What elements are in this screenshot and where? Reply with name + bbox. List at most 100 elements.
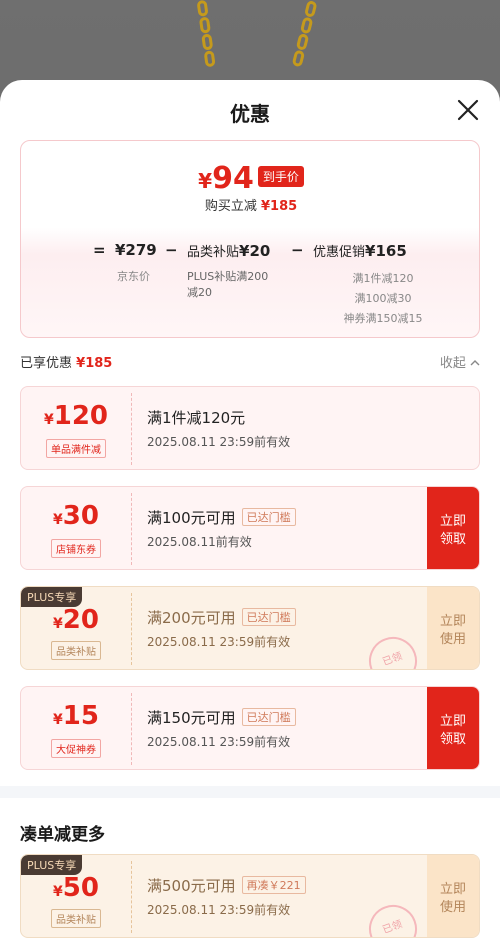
- coupon-amount-value: 120: [53, 401, 109, 431]
- coupon-type-tag: 单品满件减: [46, 439, 106, 458]
- close-icon: [457, 99, 479, 121]
- coupon-card-plus: PLUS专享 ¥50 品类补贴 满500元可用 再凑￥221 2025.08.11…: [20, 854, 480, 938]
- use-button-label: 立即使用: [439, 614, 466, 647]
- coupon-validity: 2025.08.11前有效: [147, 535, 252, 549]
- claim-button[interactable]: 立即领取: [427, 487, 479, 569]
- coupon-condition: 满1件减120元: [147, 409, 246, 427]
- add-on-amount-badge: 再凑￥221: [241, 876, 306, 894]
- promo-detail-line: 神券满150减15: [343, 312, 423, 325]
- coupon-amount: ¥15: [21, 701, 131, 731]
- use-button[interactable]: 立即使用: [427, 587, 479, 669]
- necklace-chain-image: [195, 0, 220, 81]
- final-price: ¥94 到手价: [21, 161, 481, 196]
- coupon-condition: 满100元可用 已达门槛: [147, 507, 296, 528]
- currency-symbol: ¥: [53, 884, 63, 900]
- coupon-value-area: ¥50 品类补贴: [21, 855, 131, 937]
- category-subsidy-detail: PLUS补贴满200 减20: [187, 269, 268, 301]
- currency-symbol: ¥: [53, 712, 63, 728]
- instant-discount-label: 购买立减: [204, 199, 257, 214]
- coupon-validity: 2025.08.11 23:59前有效: [147, 903, 291, 917]
- final-price-tag: 到手价: [257, 166, 304, 187]
- promo-detail: 满1件减120 满100减30 神券满150减15: [323, 269, 443, 329]
- claim-button[interactable]: 立即领取: [427, 687, 479, 769]
- claim-button-label: 立即领取: [439, 714, 466, 747]
- coupon-condition-text: 满150元可用: [147, 709, 236, 727]
- coupon-validity: 2025.08.11 23:59前有效: [147, 735, 291, 749]
- instant-discount-value: ¥185: [260, 199, 298, 214]
- threshold-badge: 已达门槛: [241, 708, 296, 726]
- coupon-value-area: ¥20 品类补贴: [21, 587, 131, 669]
- currency-symbol: ¥: [198, 169, 213, 193]
- coupon-type-tag: 店铺东券: [51, 539, 101, 558]
- minus-sign: −: [291, 241, 304, 259]
- coupon-condition-text: 满500元可用: [147, 877, 236, 895]
- coupon-card: ¥15 大促神券 满150元可用 已达门槛 2025.08.11 23:59前有效…: [20, 686, 480, 770]
- currency-symbol: ¥: [53, 616, 63, 632]
- close-button[interactable]: [456, 98, 480, 122]
- coupon-validity: 2025.08.11 23:59前有效: [147, 435, 291, 449]
- enjoyed-discount-value: ¥185: [76, 356, 113, 371]
- category-subsidy-detail-line: PLUS补贴满200: [187, 270, 269, 283]
- promo-detail-line: 满1件减120: [352, 272, 414, 285]
- instant-discount-line: 购买立减 ¥185: [21, 195, 481, 214]
- use-button-label: 立即使用: [439, 882, 466, 915]
- coupon-amount: ¥50: [21, 873, 131, 903]
- threshold-badge: 已达门槛: [241, 608, 296, 626]
- coupon-condition-text: 满200元可用: [147, 609, 236, 627]
- chevron-up-icon: [470, 360, 480, 366]
- promo-value: ¥165: [365, 242, 407, 260]
- claimed-stamp: 已领: [362, 898, 424, 937]
- coupon-amount: ¥30: [21, 501, 131, 531]
- claimed-stamp: 已领: [362, 630, 424, 669]
- use-button[interactable]: 立即使用: [427, 855, 479, 937]
- promo-detail-line: 满100减30: [354, 292, 412, 305]
- coupon-divider: [131, 693, 132, 765]
- threshold-badge: 已达门槛: [241, 508, 296, 526]
- coupon-amount: ¥20: [21, 605, 131, 635]
- final-price-value: 94: [212, 161, 254, 196]
- enjoyed-discount: 已享优惠 ¥185: [20, 352, 112, 371]
- coupon-type-tag: 品类补贴: [51, 641, 101, 660]
- category-subsidy-label: 品类补贴: [187, 245, 240, 260]
- coupon-value-area: ¥30 店铺东券: [21, 487, 131, 569]
- coupon-condition: 满500元可用 再凑￥221: [147, 875, 306, 896]
- coupon-validity: 2025.08.11 23:59前有效: [147, 635, 291, 649]
- currency-symbol: ¥: [43, 412, 54, 428]
- currency-symbol: ¥: [53, 512, 63, 528]
- coupon-card: ¥30 店铺东券 满100元可用 已达门槛 2025.08.11前有效 立即领取: [20, 486, 480, 570]
- coupon-amount: ¥120: [21, 401, 131, 431]
- minus-sign: −: [165, 241, 178, 259]
- collapse-label: 收起: [439, 356, 466, 371]
- section-divider: [0, 786, 500, 798]
- claim-button-label: 立即领取: [439, 514, 466, 547]
- coupon-value-area: ¥120 单品满件减: [21, 387, 131, 469]
- price-summary-card: ¥94 到手价 购买立减 ¥185 = ¥279 − 品类补贴¥20 − 优惠促销…: [20, 140, 480, 338]
- coupon-divider: [131, 593, 132, 665]
- coupon-card: ¥120 单品满件减 满1件减120元 2025.08.11 23:59前有效: [20, 386, 480, 470]
- coupon-card-plus: PLUS专享 ¥20 品类补贴 满200元可用 已达门槛 2025.08.11 2…: [20, 586, 480, 670]
- coupon-divider: [131, 861, 132, 933]
- coupon-type-tag: 大促神券: [51, 739, 101, 758]
- collapse-button[interactable]: 收起: [440, 352, 480, 371]
- promo-label: 优惠促销: [313, 245, 366, 260]
- coupon-condition-text: 满100元可用: [147, 509, 236, 527]
- jd-price-label: 京东价: [117, 270, 150, 283]
- coupon-condition: 满200元可用 已达门槛: [147, 607, 296, 628]
- coupon-value-area: ¥15 大促神券: [21, 687, 131, 769]
- enjoyed-discount-label: 已享优惠: [20, 356, 73, 371]
- sheet-title: 优惠: [230, 102, 270, 126]
- jd-price: ¥279: [115, 241, 157, 259]
- necklace-chain-image: [287, 0, 320, 81]
- coupon-amount-value: 30: [62, 501, 99, 531]
- add-on-section-title: 凑单减更多: [20, 825, 105, 845]
- equals-sign: =: [93, 241, 106, 259]
- category-subsidy-detail-line: 减20: [187, 286, 212, 299]
- coupon-divider: [131, 393, 132, 465]
- coupon-amount-value: 20: [62, 605, 99, 635]
- discount-sheet: 优惠 ¥94 到手价 购买立减 ¥185 = ¥279 − 品类补贴¥20 − 优…: [0, 80, 500, 940]
- category-subsidy-value: ¥20: [239, 242, 271, 260]
- coupon-amount-value: 15: [62, 701, 99, 731]
- coupon-amount-value: 50: [62, 873, 99, 903]
- coupon-type-tag: 品类补贴: [51, 909, 101, 928]
- coupon-divider: [131, 493, 132, 565]
